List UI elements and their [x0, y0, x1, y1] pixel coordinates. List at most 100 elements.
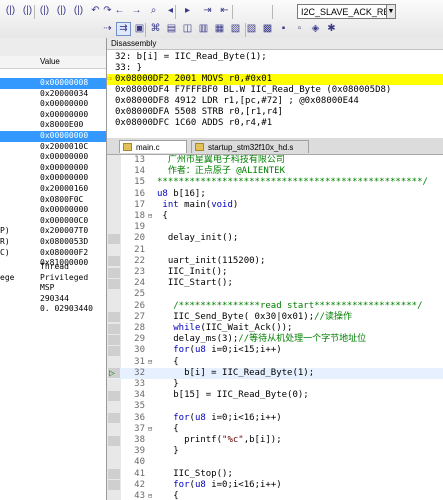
- disasm-button[interactable]: ▤: [164, 22, 179, 36]
- breakpoint-marker[interactable]: [108, 323, 120, 334]
- code-line[interactable]: 18 ⊟ {: [107, 211, 443, 222]
- disassembly-line[interactable]: 32: b[i] = IIC_Read_Byte(1);: [107, 52, 443, 63]
- register-row[interactable]: 0x00000000: [0, 131, 106, 142]
- code-line[interactable]: 19: [107, 222, 443, 233]
- code-line[interactable]: 34 b[15] = IIC_Read_Byte(0);: [107, 390, 443, 401]
- (|)-button[interactable]: (|): [71, 4, 86, 18]
- code-line[interactable]: 33 }: [107, 379, 443, 390]
- breakpoint-marker[interactable]: [108, 256, 120, 267]
- register-row[interactable]: 0x8000E00: [0, 120, 106, 131]
- disassembly-line[interactable]: ⇨ 0x08000DF2 2001 MOVS r0,#0x01: [107, 74, 443, 85]
- register-row[interactable]: 0x000000C0: [0, 216, 106, 227]
- code-line[interactable]: 22 uart_init(115200);: [107, 256, 443, 267]
- fold-toggle-icon[interactable]: ⊟: [148, 357, 155, 368]
- breakpoint-marker[interactable]: [108, 345, 120, 356]
- code-line[interactable]: 42 for(u8 i=0;i<16;i++): [107, 480, 443, 491]
- breakpoint-marker[interactable]: [108, 413, 120, 424]
- register-row[interactable]: C) 0x080000F2: [0, 248, 106, 259]
- code-line[interactable]: 35: [107, 401, 443, 412]
- mem-button[interactable]: ▨: [244, 22, 259, 36]
- code-line[interactable]: 30 for(u8 i=0;i<15;i++): [107, 345, 443, 356]
- code-line[interactable]: 38 printf("%c",b[i]);: [107, 435, 443, 446]
- sys-button[interactable]: ◈: [308, 22, 323, 36]
- analysis-button[interactable]: ▪: [276, 22, 291, 36]
- register-row[interactable]: 0x00000000: [0, 99, 106, 110]
- code-line[interactable]: 21: [107, 245, 443, 256]
- code-line[interactable]: 40: [107, 457, 443, 468]
- disassembly-line[interactable]: 0x08000DF8 4912 LDR r1,[pc,#72] ; @0x080…: [107, 96, 443, 107]
- breakpoint-marker[interactable]: [108, 267, 120, 278]
- breakpoint-marker[interactable]: [108, 390, 120, 401]
- tools-button[interactable]: ✱: [324, 22, 339, 36]
- breakpoint-marker[interactable]: [108, 334, 120, 345]
- disassembly-line[interactable]: 0x08000DF4 F7FFFBF0 BL.W IIC_Read_Byte (…: [107, 85, 443, 96]
- fwd-button[interactable]: ▸: [180, 4, 195, 18]
- register-row[interactable]: 0x00000008: [0, 78, 106, 89]
- code-line[interactable]: 16 u8 b[16];: [107, 189, 443, 200]
- code-line[interactable]: 28 while(IIC_Wait_Ack());: [107, 323, 443, 334]
- tab-startup-stm32f10x-hd-s[interactable]: startup_stm32f10x_hd.s: [191, 140, 309, 153]
- register-row[interactable]: 0x00000000: [0, 152, 106, 163]
- step-button[interactable]: ⇉: [116, 22, 131, 36]
- code-line[interactable]: 14 作者：正点原子 @ALIENTEK: [107, 166, 443, 177]
- code-line[interactable]: 17 int main(void): [107, 200, 443, 211]
- code-line[interactable]: 31 ⊟ {: [107, 357, 443, 368]
- code-line[interactable]: 29 delay_ms(3);//等待从机处理一个字节地址位: [107, 334, 443, 345]
- regs-button[interactable]: ▥: [196, 22, 211, 36]
- fold-toggle-icon[interactable]: ⊟: [148, 424, 155, 435]
- breakpoint-marker[interactable]: [108, 435, 120, 446]
- code-line[interactable]: 15 **************************************…: [107, 177, 443, 188]
- breakpoint-marker[interactable]: [108, 469, 120, 480]
- register-row[interactable]: 0x00000000: [0, 173, 106, 184]
- find-button[interactable]: ⌕: [146, 4, 161, 18]
- code-line[interactable]: 43 ⊟ {: [107, 491, 443, 500]
- code-line[interactable]: 24 IIC_Start();: [107, 278, 443, 289]
- prev-button[interactable]: ←: [112, 4, 127, 18]
- code-line[interactable]: 25: [107, 289, 443, 300]
- run-to-button[interactable]: ⇢: [100, 22, 115, 36]
- watch-button[interactable]: ▧: [228, 22, 243, 36]
- (|)-button[interactable]: (|): [54, 4, 69, 18]
- disassembly-line[interactable]: 0x08000DFC 1C60 ADDS r0,r4,#1: [107, 118, 443, 129]
- tab-main-c[interactable]: main.c: [119, 140, 187, 153]
- (|)-button[interactable]: (|): [3, 4, 18, 18]
- breakpoint-marker[interactable]: [108, 233, 120, 244]
- register-row[interactable]: 0x20000160: [0, 184, 106, 195]
- code-line[interactable]: 13 广州市星翼电子科技有限公司: [107, 155, 443, 166]
- code-line[interactable]: 27 IIC_Send_Byte( 0x30|0x01);//读操作: [107, 312, 443, 323]
- next-button[interactable]: →: [129, 4, 144, 18]
- chevron-down-icon[interactable]: ▼: [386, 4, 396, 19]
- trace-button[interactable]: ▫: [292, 22, 307, 36]
- outdent-button[interactable]: ⇤: [217, 4, 232, 18]
- breakpoint-marker[interactable]: [108, 278, 120, 289]
- (|)-button[interactable]: (|): [37, 4, 52, 18]
- code-line[interactable]: 20 delay_init();: [107, 233, 443, 244]
- code-line[interactable]: 26 /***************read start***********…: [107, 301, 443, 312]
- target-select[interactable]: I2C_SLAVE_ACK_RECEIVER: [297, 4, 389, 19]
- register-row[interactable]: 0x0800F0C: [0, 195, 106, 206]
- indent-button[interactable]: ⇥: [200, 4, 215, 18]
- register-row[interactable]: 0x00000000: [0, 110, 106, 121]
- breakpoint-marker[interactable]: [108, 312, 120, 323]
- register-row[interactable]: R) 0x0800053D: [0, 237, 106, 248]
- register-row[interactable]: P) 0x200007T0: [0, 226, 106, 237]
- code-line[interactable]: ▷ 32 b[i] = IIC_Read_Byte(1);: [107, 367, 443, 379]
- register-row[interactable]: 0x2000010C: [0, 142, 106, 153]
- code-line[interactable]: 41 IIC_Stop();: [107, 469, 443, 480]
- code-line[interactable]: 36 for(u8 i=0;i<16;i++): [107, 413, 443, 424]
- fold-toggle-icon[interactable]: ⊟: [148, 491, 155, 500]
- fold-toggle-icon[interactable]: ⊟: [148, 211, 155, 222]
- serial-button[interactable]: ▩: [260, 22, 275, 36]
- code-line[interactable]: 37 ⊟ {: [107, 424, 443, 435]
- register-row[interactable]: 0x20000034: [0, 89, 106, 100]
- register-row[interactable]: 0x00000000: [0, 163, 106, 174]
- breakpoint-marker[interactable]: [108, 480, 120, 491]
- disassembly-line[interactable]: 0x08000DFA 5508 STRB r0,[r1,r4]: [107, 107, 443, 118]
- symbols-button[interactable]: ◫: [180, 22, 195, 36]
- disassembly-line[interactable]: 33: }: [107, 63, 443, 74]
- (|)-button[interactable]: (|): [20, 4, 35, 18]
- code-line[interactable]: 39 }: [107, 446, 443, 457]
- register-row[interactable]: 0x00000000: [0, 205, 106, 216]
- call-button[interactable]: ▦: [212, 22, 227, 36]
- code-line[interactable]: 23 IIC_Init();: [107, 267, 443, 278]
